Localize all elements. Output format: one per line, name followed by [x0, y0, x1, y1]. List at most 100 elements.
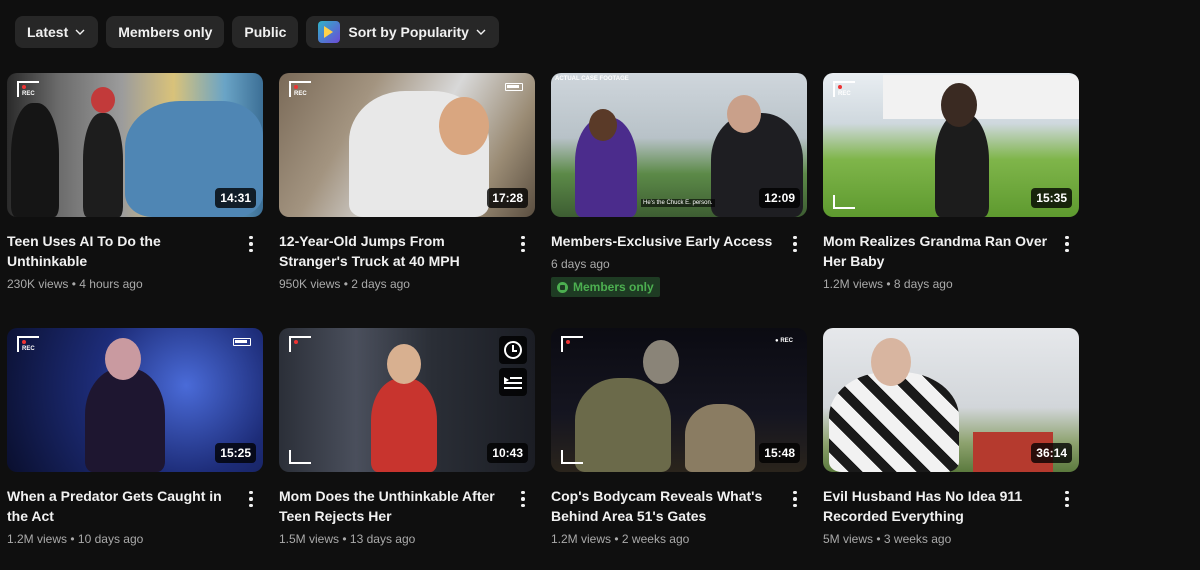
video-stats: 950K views • 2 days ago	[279, 275, 511, 293]
separator: •	[71, 277, 76, 291]
video-title[interactable]: Teen Uses AI To Do the Unthinkable	[7, 231, 239, 271]
video-title[interactable]: Evil Husband Has No Idea 911 Recorded Ev…	[823, 486, 1055, 526]
video-text: Teen Uses AI To Do the Unthinkable 230K …	[7, 231, 239, 293]
frame-corner-icon	[289, 336, 311, 352]
more-vert-icon[interactable]	[511, 486, 535, 510]
thumbnail-figure	[685, 404, 755, 472]
video-title[interactable]: Mom Realizes Grandma Ran Over Her Baby	[823, 231, 1055, 271]
video-thumbnail[interactable]: 10:43	[279, 328, 535, 472]
thumbnail-header-text: ACTUAL CASE FOOTAGE	[555, 76, 629, 82]
video-thumbnail[interactable]: 36:14	[823, 328, 1079, 472]
thumbnail-head	[871, 338, 911, 386]
video-title[interactable]: Members-Exclusive Early Access	[551, 231, 783, 251]
more-vert-icon[interactable]	[783, 486, 807, 510]
video-card: 36:14 Evil Husband Has No Idea 911 Recor…	[823, 328, 1079, 570]
video-stats: 1.5M views • 13 days ago	[279, 530, 511, 548]
video-duration: 10:43	[487, 443, 528, 463]
battery-icon	[505, 83, 523, 91]
video-text: Members-Exclusive Early Access 6 days ag…	[551, 231, 783, 298]
video-meta: Cop's Bodycam Reveals What's Behind Area…	[551, 472, 807, 548]
public-chip[interactable]: Public	[232, 16, 299, 48]
video-text: Mom Realizes Grandma Ran Over Her Baby 1…	[823, 231, 1055, 293]
video-duration: 15:48	[759, 443, 800, 463]
thumbnail-caption: He's the Chuck E. person.	[641, 199, 715, 207]
separator: •	[342, 532, 347, 546]
video-title[interactable]: 12-Year-Old Jumps From Stranger's Truck …	[279, 231, 511, 271]
more-vert-icon[interactable]	[783, 231, 807, 255]
extension-logo-icon	[318, 21, 341, 43]
video-views: 950K views	[279, 277, 341, 291]
thumbnail-head	[727, 95, 761, 133]
video-thumbnail[interactable]: REC 14:31	[7, 73, 263, 217]
members-only-chip-label: Members only	[118, 24, 213, 40]
sort-chip-label: Sort by Popularity	[348, 24, 469, 40]
video-views: 230K views	[7, 277, 69, 291]
video-thumbnail[interactable]: REC 15:25	[7, 328, 263, 472]
video-views: 1.2M views	[551, 532, 612, 546]
video-age: 8 days ago	[893, 277, 953, 291]
more-vert-icon[interactable]	[1055, 486, 1079, 510]
video-views: 1.5M views	[279, 532, 340, 546]
thumbnail-figure	[83, 113, 123, 217]
rec-indicator-icon: REC	[17, 81, 39, 97]
rec-indicator-icon: REC	[17, 336, 39, 352]
video-meta: Evil Husband Has No Idea 911 Recorded Ev…	[823, 472, 1079, 548]
video-title[interactable]: Cop's Bodycam Reveals What's Behind Area…	[551, 486, 783, 526]
watch-later-button[interactable]	[499, 336, 527, 364]
video-duration: 17:28	[487, 188, 528, 208]
video-views: 5M views	[823, 532, 874, 546]
more-vert-icon[interactable]	[239, 231, 263, 255]
video-age: 2 weeks ago	[621, 532, 690, 546]
more-vert-icon[interactable]	[239, 486, 263, 510]
video-meta: Teen Uses AI To Do the Unthinkable 230K …	[7, 217, 263, 293]
add-to-queue-button[interactable]	[499, 368, 527, 396]
video-thumbnail[interactable]: REC 17:28	[279, 73, 535, 217]
video-stats: 6 days ago	[551, 255, 783, 273]
members-badge-label: Members only	[573, 280, 654, 294]
frame-corner-icon	[289, 450, 311, 464]
video-stats: 5M views • 3 weeks ago	[823, 530, 1055, 548]
sort-chip[interactable]: Sort by Popularity	[306, 16, 499, 48]
video-stats: 1.2M views • 8 days ago	[823, 275, 1055, 293]
video-meta: Members-Exclusive Early Access 6 days ag…	[551, 217, 807, 298]
video-thumbnail[interactable]: ACTUAL CASE FOOTAGE He's the Chuck E. pe…	[551, 73, 807, 217]
separator: •	[343, 277, 348, 291]
video-text: Mom Does the Unthinkable After Teen Reje…	[279, 486, 511, 548]
chevron-down-icon	[476, 29, 486, 35]
video-card: 10:43 Mom Does the Unthinkable After Tee…	[279, 328, 535, 570]
rec-indicator-icon: REC	[289, 81, 311, 97]
video-card: REC 15:35 Mom Realizes Grandma Ran Over …	[823, 73, 1079, 328]
video-thumbnail[interactable]: REC 15:35	[823, 73, 1079, 217]
rec-indicator-icon: ● REC	[775, 338, 793, 344]
video-card: ACTUAL CASE FOOTAGE He's the Chuck E. pe…	[551, 73, 807, 328]
thumbnail-head	[91, 87, 115, 113]
video-age: 4 hours ago	[79, 277, 143, 291]
video-card: REC 17:28 12-Year-Old Jumps From Strange…	[279, 73, 535, 328]
public-chip-label: Public	[244, 24, 287, 40]
more-vert-icon[interactable]	[511, 231, 535, 255]
video-age: 3 weeks ago	[883, 532, 952, 546]
frame-corner-icon	[561, 450, 583, 464]
video-duration: 36:14	[1031, 443, 1072, 463]
thumbnail-building	[883, 75, 1079, 119]
chevron-down-icon	[75, 29, 85, 35]
members-badge-icon	[557, 281, 568, 293]
video-age: 6 days ago	[551, 257, 610, 271]
video-thumbnail[interactable]: ● REC 15:48	[551, 328, 807, 472]
more-vert-icon[interactable]	[1055, 231, 1079, 255]
thumbnail-figure	[371, 378, 437, 472]
video-duration: 12:09	[759, 188, 800, 208]
rec-indicator-icon: REC	[833, 81, 855, 97]
members-only-chip[interactable]: Members only	[106, 16, 225, 48]
separator: •	[886, 277, 891, 291]
video-text: Cop's Bodycam Reveals What's Behind Area…	[551, 486, 783, 548]
video-card: REC 14:31 Teen Uses AI To Do the Unthink…	[7, 73, 263, 328]
video-title[interactable]: Mom Does the Unthinkable After Teen Reje…	[279, 486, 511, 526]
video-title[interactable]: When a Predator Gets Caught in the Act	[7, 486, 239, 526]
video-text: 12-Year-Old Jumps From Stranger's Truck …	[279, 231, 511, 293]
frame-corner-icon	[561, 336, 583, 352]
latest-chip[interactable]: Latest	[15, 16, 99, 48]
thumbnail-head	[387, 344, 421, 384]
battery-icon	[233, 338, 251, 346]
clock-icon	[504, 341, 522, 359]
